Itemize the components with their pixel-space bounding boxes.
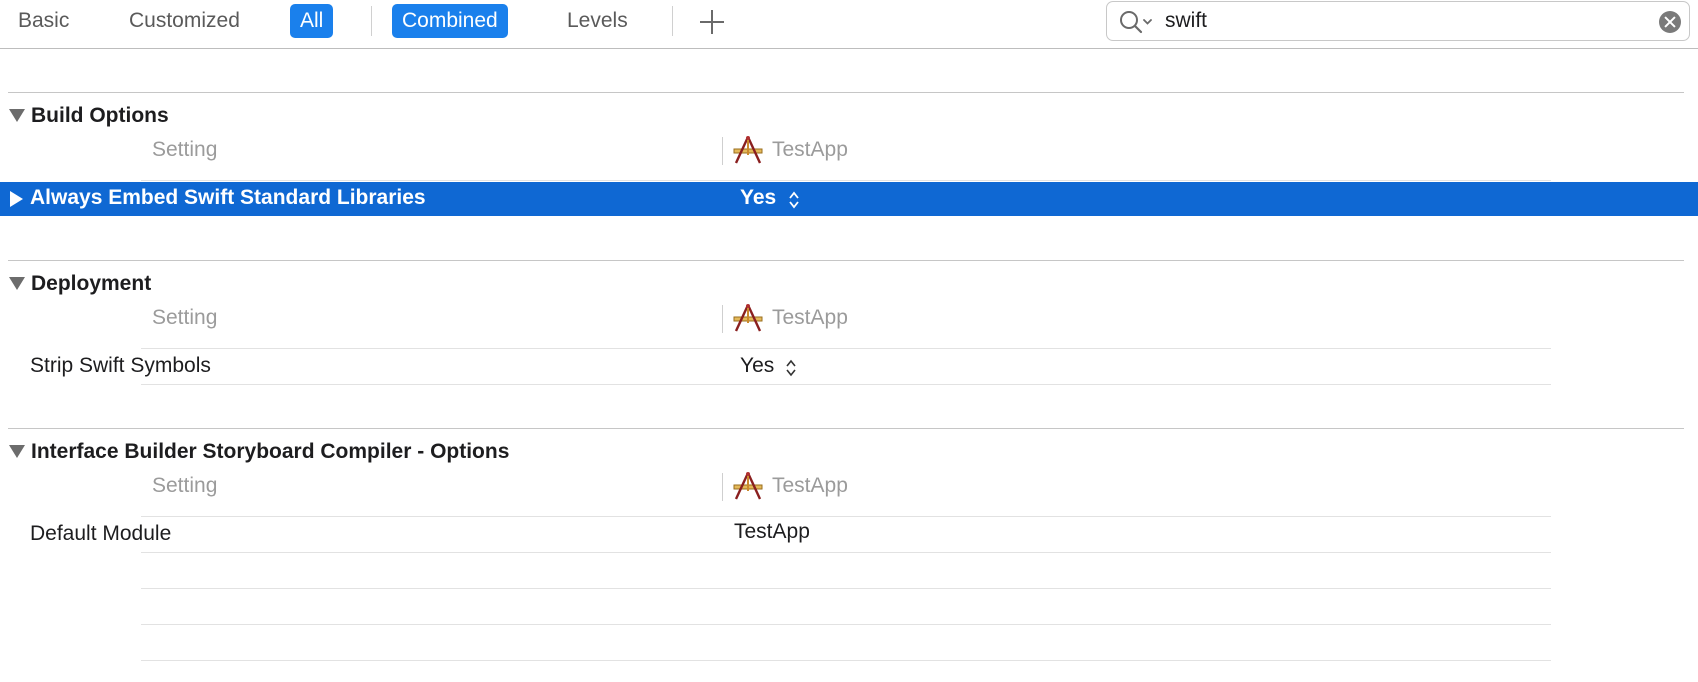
popup-stepper-icon[interactable] <box>788 190 800 210</box>
row-separator <box>141 552 1551 553</box>
clear-icon[interactable] <box>1659 11 1681 33</box>
search-field[interactable] <box>1106 1 1690 41</box>
setting-label: Default Module <box>30 522 172 545</box>
row-separator <box>141 348 1551 349</box>
view-combined-tab[interactable]: Combined <box>392 4 508 38</box>
disclosure-triangle-collapsed-icon[interactable] <box>10 191 23 207</box>
column-header-target: TestApp <box>772 306 848 329</box>
section-divider <box>8 260 1684 261</box>
toolbar-divider <box>672 6 673 36</box>
setting-value[interactable]: Yes <box>740 186 776 210</box>
setting-label: Always Embed Swift Standard Libraries <box>30 186 426 209</box>
setting-value[interactable]: Yes <box>740 354 774 378</box>
column-separator <box>722 305 723 333</box>
popup-stepper-icon[interactable] <box>785 358 797 378</box>
toolbar-divider <box>371 6 372 36</box>
view-levels-tab[interactable]: Levels <box>557 4 638 38</box>
section-title[interactable]: Interface Builder Storyboard Compiler - … <box>31 440 509 464</box>
build-settings-toolbar: Basic Customized All Combined Levels <box>0 0 1698 49</box>
column-header-target: TestApp <box>772 138 848 161</box>
search-input[interactable] <box>1165 7 1635 35</box>
disclosure-triangle-expanded-icon[interactable] <box>9 109 25 122</box>
app-target-icon <box>733 304 763 332</box>
row-separator <box>141 588 1551 589</box>
column-header-setting: Setting <box>152 474 218 497</box>
column-separator <box>722 137 723 165</box>
setting-row-default-module[interactable]: Default Module TestApp <box>0 518 1698 552</box>
row-separator <box>141 384 1551 385</box>
filter-all-tab[interactable]: All <box>290 4 334 38</box>
column-header-target: TestApp <box>772 474 848 497</box>
column-separator <box>722 473 723 501</box>
row-separator <box>141 516 1551 517</box>
plus-icon[interactable] <box>697 8 727 38</box>
row-separator <box>141 660 1551 661</box>
section-divider <box>8 428 1684 429</box>
setting-row-strip-swift-symbols[interactable]: Strip Swift Symbols Yes <box>0 350 1698 384</box>
setting-row-always-embed-swift[interactable]: Always Embed Swift Standard Libraries Ye… <box>0 182 1698 216</box>
setting-label: Strip Swift Symbols <box>30 354 211 377</box>
filter-basic-tab[interactable]: Basic <box>8 4 79 38</box>
row-separator <box>141 180 1551 181</box>
search-icon[interactable] <box>1119 9 1155 35</box>
app-target-icon <box>733 472 763 500</box>
section-divider <box>8 92 1684 93</box>
app-target-icon <box>733 136 763 164</box>
row-separator <box>141 624 1551 625</box>
section-title[interactable]: Build Options <box>31 104 169 128</box>
disclosure-triangle-expanded-icon[interactable] <box>9 445 25 458</box>
column-header-setting: Setting <box>152 138 218 161</box>
filter-customized-tab[interactable]: Customized <box>119 4 250 38</box>
column-header-setting: Setting <box>152 306 218 329</box>
disclosure-triangle-expanded-icon[interactable] <box>9 277 25 290</box>
section-title[interactable]: Deployment <box>31 272 151 296</box>
setting-value[interactable]: TestApp <box>734 520 810 544</box>
